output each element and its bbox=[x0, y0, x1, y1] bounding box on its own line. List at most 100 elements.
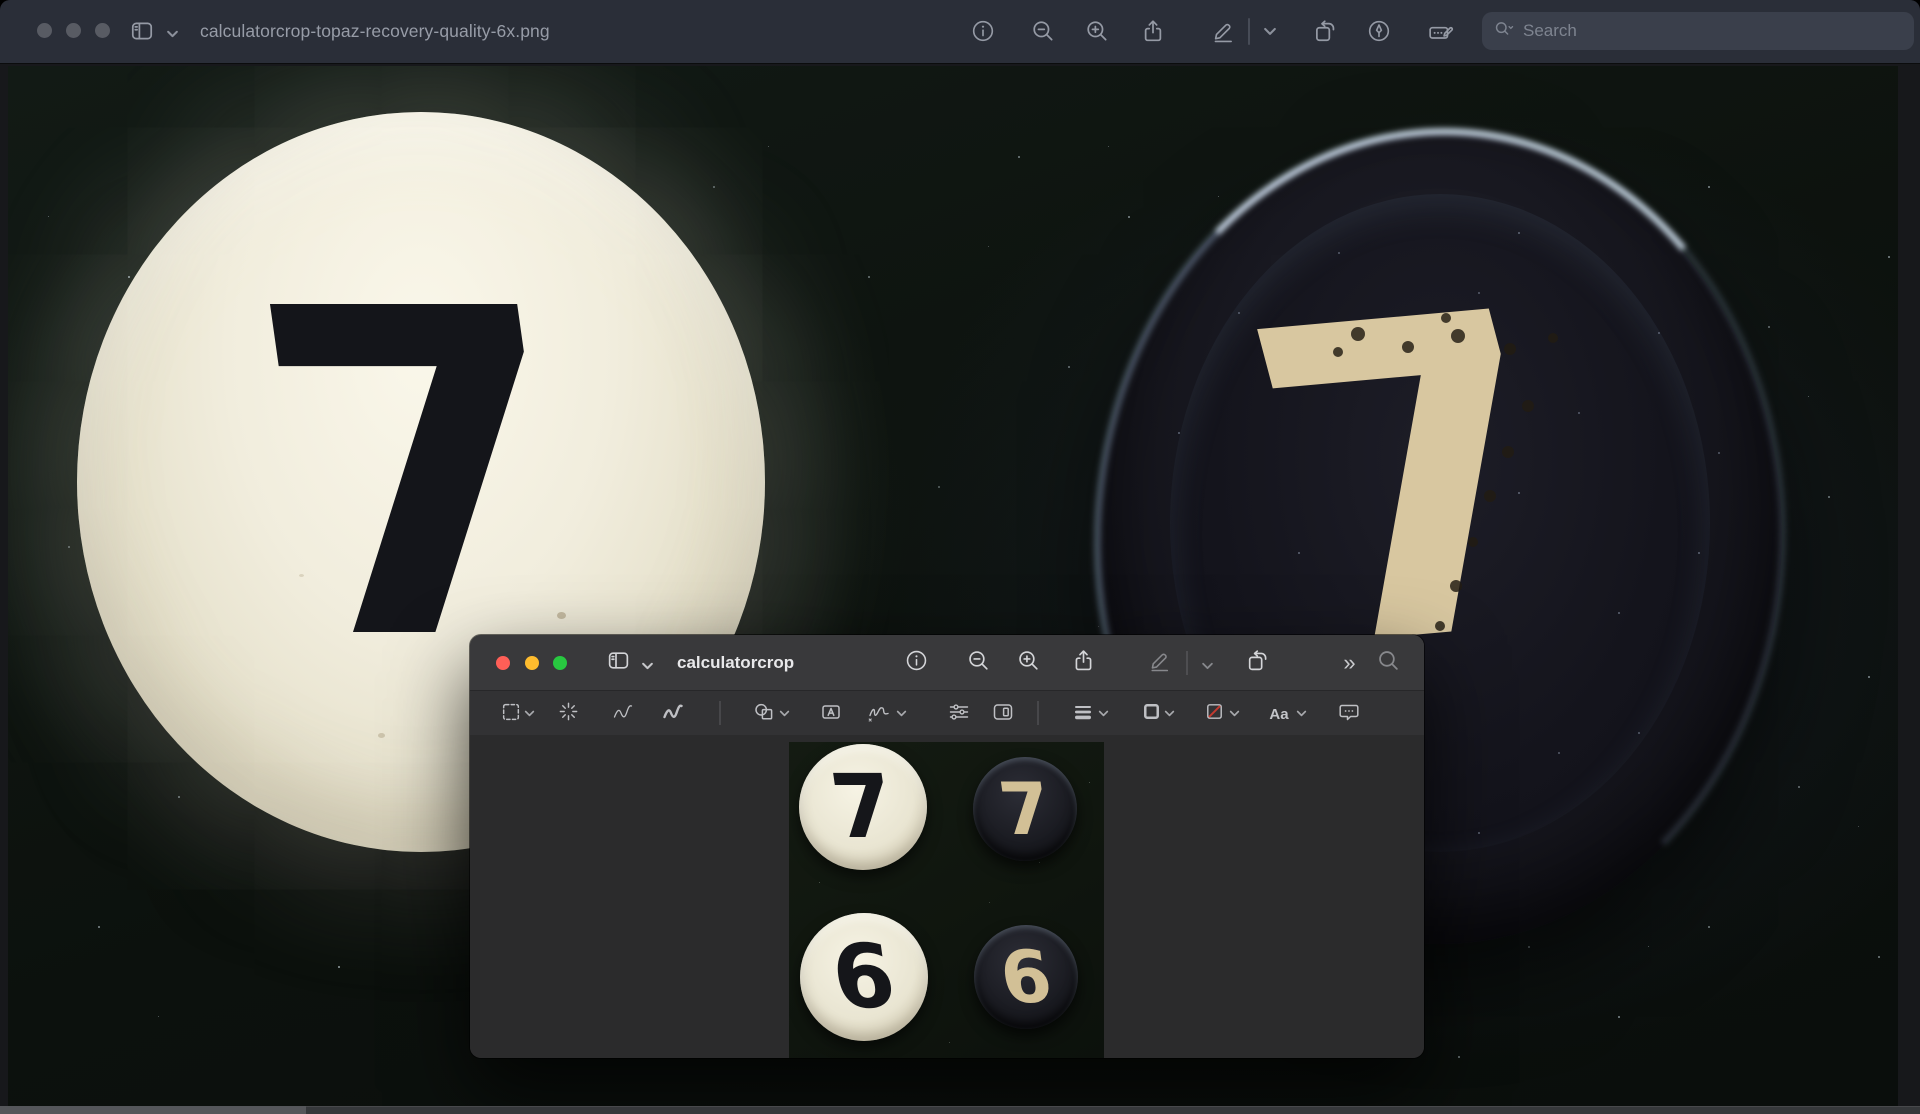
inner-preview-window: calculatorcrop bbox=[470, 635, 1424, 1058]
minimize-button[interactable] bbox=[525, 656, 539, 670]
signature-icon bbox=[866, 700, 892, 729]
black-key-6: 6 bbox=[974, 925, 1078, 1029]
search-icon bbox=[1376, 648, 1401, 678]
rotate-left-icon bbox=[1312, 18, 1338, 44]
toolbar-divider bbox=[1248, 18, 1250, 45]
line-weight-dropdown-button[interactable] bbox=[1097, 709, 1109, 719]
rotate-left-icon bbox=[1245, 648, 1270, 678]
border-color-icon bbox=[1140, 700, 1163, 728]
inner-titlebar[interactable]: calculatorcrop bbox=[470, 635, 1424, 691]
annotate-pen-icon bbox=[1366, 18, 1392, 44]
fill-form-button[interactable] bbox=[1423, 14, 1457, 48]
key-digit: 7 bbox=[995, 773, 1055, 845]
selection-tool-button[interactable] bbox=[496, 699, 526, 729]
close-button[interactable] bbox=[496, 656, 510, 670]
chevron-down-icon bbox=[1229, 705, 1240, 723]
chevron-down-icon bbox=[779, 705, 790, 723]
text-style-button[interactable]: Aa bbox=[1264, 699, 1294, 729]
fill-color-button[interactable] bbox=[1199, 699, 1229, 729]
sketch-icon bbox=[611, 700, 635, 729]
key-digit: 6 bbox=[827, 933, 901, 1021]
chevron-down-icon bbox=[166, 26, 179, 44]
black-key-7: 7 bbox=[973, 757, 1077, 861]
markup-button[interactable] bbox=[1144, 647, 1175, 678]
search-icon bbox=[1494, 19, 1514, 44]
zoom-in-icon bbox=[1084, 18, 1110, 44]
fill-form-icon bbox=[1427, 18, 1454, 45]
border-color-button[interactable] bbox=[1136, 699, 1166, 729]
crop-size-button[interactable] bbox=[988, 699, 1018, 729]
markup-dropdown-button[interactable] bbox=[1199, 659, 1215, 675]
preview-window: calculatorcrop-topaz-recovery-quality-6x… bbox=[0, 0, 1920, 1114]
zoom-button[interactable] bbox=[553, 656, 567, 670]
share-button[interactable] bbox=[1068, 647, 1099, 678]
share-icon bbox=[1071, 648, 1096, 678]
chevron-down-icon bbox=[1164, 705, 1175, 723]
outer-titlebar[interactable]: calculatorcrop-topaz-recovery-quality-6x… bbox=[0, 0, 1920, 63]
sliders-icon bbox=[947, 700, 971, 729]
toolbar-overflow-button[interactable]: » bbox=[1334, 647, 1365, 678]
text-style-dropdown-button[interactable] bbox=[1295, 709, 1307, 719]
window-title: calculatorcrop bbox=[677, 635, 794, 690]
white-key-7: 7 bbox=[799, 744, 927, 870]
search-input[interactable] bbox=[1521, 20, 1902, 42]
chevron-down-icon bbox=[1098, 705, 1109, 723]
zoom-out-button[interactable] bbox=[963, 647, 994, 678]
selection-dropdown-button[interactable] bbox=[523, 709, 535, 719]
info-icon bbox=[904, 648, 929, 678]
border-color-dropdown-button[interactable] bbox=[1163, 709, 1175, 719]
draw-icon bbox=[661, 700, 685, 729]
window-title: calculatorcrop-topaz-recovery-quality-6x… bbox=[200, 0, 550, 63]
line-weight-button[interactable] bbox=[1068, 699, 1098, 729]
info-button[interactable] bbox=[966, 14, 1000, 48]
sign-tool-button[interactable] bbox=[864, 699, 894, 729]
search-field[interactable] bbox=[1482, 12, 1914, 50]
sketch-tool-button[interactable] bbox=[608, 699, 638, 729]
info-icon bbox=[970, 18, 996, 44]
chevron-down-icon bbox=[1263, 24, 1277, 42]
markup-button[interactable] bbox=[1206, 14, 1240, 48]
search-button[interactable] bbox=[1373, 647, 1404, 678]
shapes-dropdown-button[interactable] bbox=[778, 709, 790, 719]
sidebar-toggle-button[interactable] bbox=[603, 647, 634, 678]
bottom-window-edge bbox=[0, 1106, 1920, 1114]
instant-alpha-button[interactable] bbox=[553, 699, 583, 729]
shapes-tool-button[interactable] bbox=[749, 699, 779, 729]
fill-color-dropdown-button[interactable] bbox=[1228, 709, 1240, 719]
share-button[interactable] bbox=[1136, 14, 1170, 48]
sidebar-chevron-button[interactable] bbox=[164, 27, 180, 43]
bottom-edge-segment bbox=[0, 1106, 306, 1114]
key-digit: 7 bbox=[826, 763, 900, 851]
markup-toolbar: Aa bbox=[470, 691, 1424, 736]
close-button[interactable] bbox=[37, 23, 52, 38]
fill-color-icon bbox=[1203, 700, 1226, 728]
zoom-button[interactable] bbox=[95, 23, 110, 38]
text-box-icon bbox=[819, 700, 843, 729]
selection-icon bbox=[500, 701, 522, 728]
annotation-note-button[interactable] bbox=[1334, 699, 1364, 729]
rotate-left-button[interactable] bbox=[1242, 647, 1273, 678]
markup-dropdown-button[interactable] bbox=[1262, 25, 1278, 41]
instant-alpha-icon bbox=[557, 700, 580, 728]
zoom-in-button[interactable] bbox=[1013, 647, 1044, 678]
frame-icon bbox=[991, 700, 1015, 729]
key-digit: 6 bbox=[996, 941, 1056, 1013]
speech-bubble-icon bbox=[1337, 700, 1361, 729]
annotate-button[interactable] bbox=[1362, 14, 1396, 48]
screen: calculatorcrop-topaz-recovery-quality-6x… bbox=[0, 0, 1920, 1114]
sidebar-chevron-button[interactable] bbox=[639, 659, 655, 675]
chevron-down-icon bbox=[1296, 705, 1307, 723]
minimize-button[interactable] bbox=[66, 23, 81, 38]
adjust-color-button[interactable] bbox=[944, 699, 974, 729]
info-button[interactable] bbox=[901, 647, 932, 678]
sign-dropdown-button[interactable] bbox=[895, 709, 907, 719]
draw-tool-button[interactable] bbox=[658, 699, 688, 729]
markup-pencil-icon bbox=[1147, 648, 1172, 678]
text-tool-button[interactable] bbox=[816, 699, 846, 729]
toolbar-divider bbox=[719, 701, 721, 725]
zoom-out-button[interactable] bbox=[1026, 14, 1060, 48]
rotate-left-button[interactable] bbox=[1308, 14, 1342, 48]
sidebar-toggle-button[interactable] bbox=[125, 14, 159, 48]
zoom-in-button[interactable] bbox=[1080, 14, 1114, 48]
toolbar-divider bbox=[1037, 701, 1039, 725]
